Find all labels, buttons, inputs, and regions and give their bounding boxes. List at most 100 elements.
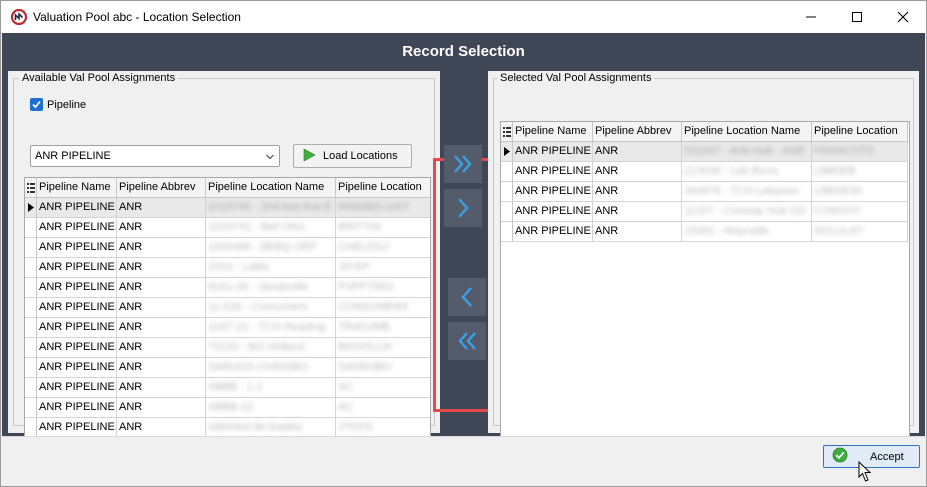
maximize-button[interactable] (834, 1, 880, 33)
cell-name: ANR PIPELINE (37, 238, 117, 258)
cell-name: ANR PIPELINE (513, 162, 593, 182)
table-row[interactable]: ANR PIPELINE ANR sddodsd-de-loadea JTKDS (25, 418, 430, 438)
row-indicator (25, 278, 37, 298)
available-grid[interactable]: Pipeline Name Pipeline Abbrev Pipeline Loc… (24, 177, 431, 453)
cell-name: ANR PIPELINE (513, 222, 593, 242)
cell-loc: BRIT704 (336, 218, 430, 238)
load-locations-button[interactable]: Load Locations (293, 144, 412, 168)
cell-name: ANR PIPELINE (513, 182, 593, 202)
cell-loc: CONSOT (812, 202, 908, 222)
selected-panel: Selected Val Pool Assignments Pipeline N… (488, 71, 919, 455)
cell-loc: LBBSE50 (812, 182, 908, 202)
table-row[interactable]: ANR PIPELINE ANR 1045488 - BEBQ OEF CHELEGJ (25, 238, 430, 258)
cell-loc: CONSUMER5 (336, 298, 430, 318)
cell-loc-name: SARUOS-CHRISBO (206, 358, 336, 378)
row-indicator (25, 398, 37, 418)
row-indicator (25, 298, 37, 318)
cell-name: ANR PIPELINE (37, 398, 117, 418)
cell-abbrev: ANR (117, 278, 206, 298)
window-title: Valuation Pool abc - Location Selection (33, 10, 241, 24)
table-row[interactable]: ANR PIPELINE ANR ABBB - 1 2 AC (25, 378, 430, 398)
table-row[interactable]: ANR PIPELINE ANR 1019745 - 2nd Ave Ave E WM… (25, 198, 430, 218)
table-row[interactable]: ANR PIPELINE ANR ABBB-10 AC (25, 398, 430, 418)
cell-loc-name: 11-026 - Consumers (206, 298, 336, 318)
table-row[interactable]: ANR PIPELINE ANR 201947 - Anb Hub - ANR FRA… (501, 142, 908, 162)
cell-loc: AC (336, 398, 430, 418)
table-row[interactable]: ANR PIPELINE ANR 344876 - TCO Lebanon LBBSE… (501, 182, 908, 202)
move-all-right-button[interactable] (444, 145, 482, 183)
selected-col-header-loc[interactable]: Pipeline Location (812, 122, 908, 142)
cell-loc-name: 8241-26 - Vandeville (206, 278, 336, 298)
pipeline-dropdown[interactable]: ANR PIPELINE (30, 145, 280, 167)
minimize-button[interactable] (788, 1, 834, 33)
table-row[interactable]: ANR PIPELINE ANR 2419 - Labia JH-EP (25, 258, 430, 278)
checkbox-checked-icon (30, 98, 43, 111)
table-row[interactable]: ANR PIPELINE ANR 23081 - Maynalle SOLUL6Y (501, 222, 908, 242)
cell-loc: AC (336, 378, 430, 398)
selected-col-header-name[interactable]: Pipeline Name (513, 122, 593, 142)
cell-name: ANR PIPELINE (37, 378, 117, 398)
table-row[interactable]: ANR PIPELINE ANR 1047-10 - TCO Reading TRAD… (25, 318, 430, 338)
move-all-left-button[interactable] (448, 322, 486, 360)
load-locations-label: Load Locations (323, 150, 398, 162)
cell-loc-name: 2419 - Labia (206, 258, 336, 278)
table-row[interactable]: ANR PIPELINE ANR 213049 - Leb Bona LBB0EB (501, 162, 908, 182)
row-indicator (25, 418, 37, 438)
move-left-button[interactable] (448, 278, 486, 316)
cell-loc: JH-EP (336, 258, 430, 278)
cell-loc: CHELEGJ (336, 238, 430, 258)
chevron-right-icon (458, 198, 469, 218)
pipeline-filter-checkbox[interactable]: Pipeline (30, 98, 86, 111)
cell-abbrev: ANR (117, 238, 206, 258)
double-chevron-right-icon (454, 155, 472, 173)
cell-loc-name: 1019741 - Bell Ohio (206, 218, 336, 238)
table-row[interactable]: ANR PIPELINE ANR SARUOS-CHRISBO SADEHBO (25, 358, 430, 378)
selected-col-header-abbrev[interactable]: Pipeline Abbrev (593, 122, 682, 142)
cell-abbrev: ANR (117, 338, 206, 358)
column-chooser-icon[interactable] (501, 122, 513, 142)
available-col-header-loc_name[interactable]: Pipeline Location Name (206, 178, 336, 198)
selected-col-header-loc_name[interactable]: Pipeline Location Name (682, 122, 812, 142)
maximize-icon (852, 12, 862, 22)
move-right-button[interactable] (444, 189, 482, 227)
chevron-left-icon (461, 287, 472, 307)
cell-abbrev: ANR (117, 358, 206, 378)
pipeline-dropdown-value: ANR PIPELINE (35, 150, 111, 162)
available-col-header-loc[interactable]: Pipeline Location (336, 178, 430, 198)
available-col-header-abbrev[interactable]: Pipeline Abbrev (117, 178, 206, 198)
cell-name: ANR PIPELINE (513, 142, 593, 162)
close-button[interactable] (880, 1, 926, 33)
pipeline-checkbox-label: Pipeline (47, 98, 87, 111)
selected-grid-header: Pipeline Name Pipeline Abbrev Pipeline Loc… (501, 122, 908, 142)
cell-loc: BGHOLLM (336, 338, 430, 358)
app-logo-icon (10, 8, 28, 26)
cell-name: ANR PIPELINE (37, 338, 117, 358)
cell-loc-name: sddodsd-de-loadea (206, 418, 336, 438)
available-col-header-name[interactable]: Pipeline Name (37, 178, 117, 198)
table-row[interactable]: ANR PIPELINE ANR 8241-26 - Vandeville PVPPT… (25, 278, 430, 298)
row-indicator (25, 238, 37, 258)
cell-name: ANR PIPELINE (37, 278, 117, 298)
play-icon (302, 147, 316, 165)
table-row[interactable]: ANR PIPELINE ANR 11207 - Conway Hub GD CONS… (501, 202, 908, 222)
cell-name: ANR PIPELINE (513, 202, 593, 222)
available-panel: Available Val Pool Assignments Pipeline … (8, 71, 440, 453)
table-row[interactable]: ANR PIPELINE ANR 1019741 - Bell Ohio BRIT70… (25, 218, 430, 238)
cell-abbrev: ANR (593, 202, 682, 222)
row-indicator (501, 222, 513, 242)
cell-abbrev: ANR (117, 398, 206, 418)
cell-loc: SOLUL6Y (812, 222, 908, 242)
cell-loc-name: 344876 - TCO Lebanon (682, 182, 812, 202)
table-row[interactable]: ANR PIPELINE ANR 70220 - BG Holland BGHOLLM (25, 338, 430, 358)
table-row[interactable]: ANR PIPELINE ANR 11-026 - Consumers CONSUME… (25, 298, 430, 318)
cell-loc-name: ABBB-10 (206, 398, 336, 418)
column-chooser-icon[interactable] (25, 178, 37, 198)
record-selection-title: Record Selection (402, 43, 525, 60)
cell-name: ANR PIPELINE (37, 318, 117, 338)
dialog-window: Valuation Pool abc - Location Selection … (0, 0, 927, 487)
selected-grid[interactable]: Pipeline Name Pipeline Abbrev Pipeline Loc… (500, 121, 910, 455)
cell-abbrev: ANR (117, 418, 206, 438)
title-bar: Valuation Pool abc - Location Selection (1, 1, 926, 33)
row-indicator (501, 182, 513, 202)
cell-name: ANR PIPELINE (37, 298, 117, 318)
